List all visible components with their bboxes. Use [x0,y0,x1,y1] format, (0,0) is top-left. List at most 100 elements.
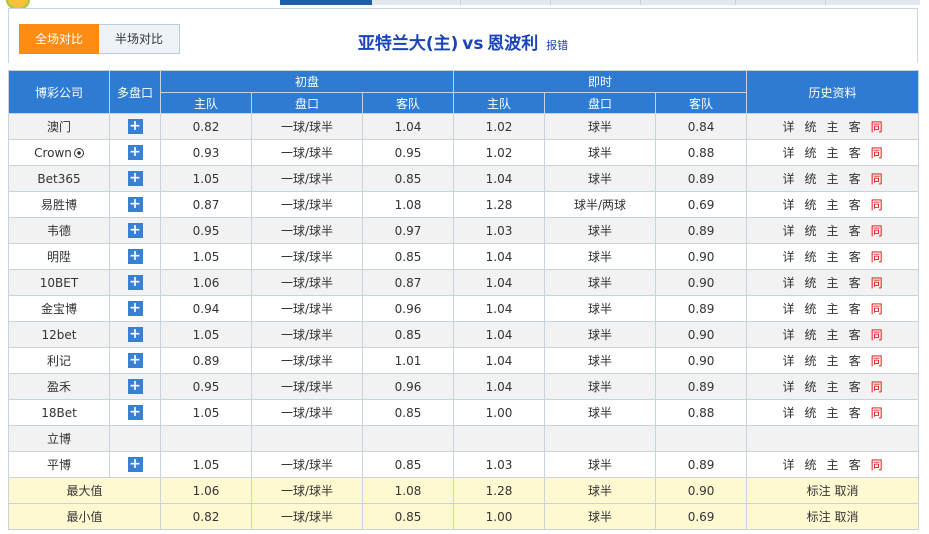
history-away-link[interactable]: 客 [849,456,861,473]
history-detail-link[interactable]: 详 [783,144,795,161]
history-same-link[interactable]: 同 [871,404,883,421]
company-label[interactable]: 金宝博 [41,302,77,316]
history-stats-link[interactable]: 统 [805,222,817,239]
company-name[interactable]: 18Bet [8,399,110,426]
company-label[interactable]: 利记 [47,354,71,368]
company-label[interactable]: Crown [34,146,72,160]
plus-icon[interactable]: + [127,327,143,342]
company-name[interactable]: 10BET [8,269,110,296]
company-label[interactable]: 韦德 [47,224,71,238]
history-same-link[interactable]: 同 [871,118,883,135]
company-label[interactable]: 立博 [47,432,71,446]
history-home-link[interactable]: 主 [827,352,839,369]
company-name[interactable]: 平博 [8,451,110,478]
plus-icon[interactable]: + [127,301,143,316]
history-home-link[interactable]: 主 [827,274,839,291]
company-name[interactable]: 金宝博 [8,295,110,322]
history-stats-link[interactable]: 统 [805,378,817,395]
company-name[interactable]: 韦德 [8,217,110,244]
history-stats-link[interactable]: 统 [805,456,817,473]
history-detail-link[interactable]: 详 [783,378,795,395]
company-name[interactable]: 明陞 [8,243,110,270]
history-stats-link[interactable]: 统 [805,118,817,135]
history-same-link[interactable]: 同 [871,222,883,239]
history-same-link[interactable]: 同 [871,196,883,213]
history-same-link[interactable]: 同 [871,274,883,291]
history-detail-link[interactable]: 详 [783,326,795,343]
history-away-link[interactable]: 客 [849,274,861,291]
history-stats-link[interactable]: 统 [805,196,817,213]
company-label[interactable]: 明陞 [47,250,71,264]
company-label[interactable]: 澳门 [47,120,71,134]
history-home-link[interactable]: 主 [827,118,839,135]
plus-icon[interactable]: + [127,223,143,238]
history-detail-link[interactable]: 详 [783,118,795,135]
history-home-link[interactable]: 主 [827,222,839,239]
history-stats-link[interactable]: 统 [805,170,817,187]
history-away-link[interactable]: 客 [849,248,861,265]
history-detail-link[interactable]: 详 [783,352,795,369]
company-name[interactable]: Crown [8,139,110,166]
plus-icon[interactable]: + [127,145,143,160]
company-name[interactable]: 12bet [8,321,110,348]
company-label[interactable]: 10BET [40,276,78,290]
history-away-link[interactable]: 客 [849,300,861,317]
history-detail-link[interactable]: 详 [783,196,795,213]
plus-icon[interactable]: + [127,197,143,212]
plus-icon[interactable]: + [127,353,143,368]
history-home-link[interactable]: 主 [827,196,839,213]
history-same-link[interactable]: 同 [871,378,883,395]
company-label[interactable]: 12bet [42,328,77,342]
company-label[interactable]: 18Bet [41,406,77,420]
plus-icon[interactable]: + [127,405,143,420]
history-away-link[interactable]: 客 [849,404,861,421]
history-detail-link[interactable]: 详 [783,404,795,421]
history-home-link[interactable]: 主 [827,144,839,161]
history-detail-link[interactable]: 详 [783,170,795,187]
history-away-link[interactable]: 客 [849,326,861,343]
company-name[interactable]: 立博 [8,425,110,452]
company-label[interactable]: 易胜博 [41,198,77,212]
history-home-link[interactable]: 主 [827,404,839,421]
plus-icon[interactable]: + [127,249,143,264]
history-detail-link[interactable]: 详 [783,248,795,265]
company-name[interactable]: 澳门 [8,113,110,140]
history-detail-link[interactable]: 详 [783,274,795,291]
history-same-link[interactable]: 同 [871,456,883,473]
history-stats-link[interactable]: 统 [805,404,817,421]
history-home-link[interactable]: 主 [827,326,839,343]
history-away-link[interactable]: 客 [849,118,861,135]
history-away-link[interactable]: 客 [849,196,861,213]
report-error-link[interactable]: 报错 [546,39,568,52]
history-home-link[interactable]: 主 [827,248,839,265]
history-stats-link[interactable]: 统 [805,144,817,161]
cancel-button[interactable]: 取消 [834,484,858,498]
history-away-link[interactable]: 客 [849,222,861,239]
top-tab-active[interactable] [280,0,372,5]
home-team[interactable]: 亚特兰大(主) [358,34,459,54]
history-home-link[interactable]: 主 [827,456,839,473]
company-name[interactable]: 利记 [8,347,110,374]
plus-icon[interactable]: + [127,171,143,186]
away-team[interactable]: 恩波利 [487,34,538,54]
history-detail-link[interactable]: 详 [783,300,795,317]
history-same-link[interactable]: 同 [871,352,883,369]
history-same-link[interactable]: 同 [871,144,883,161]
plus-icon[interactable]: + [127,379,143,394]
mark-button[interactable]: 标注 [807,510,831,524]
history-away-link[interactable]: 客 [849,144,861,161]
history-stats-link[interactable]: 统 [805,248,817,265]
cancel-button[interactable]: 取消 [834,510,858,524]
history-stats-link[interactable]: 统 [805,274,817,291]
history-home-link[interactable]: 主 [827,378,839,395]
history-same-link[interactable]: 同 [871,170,883,187]
history-same-link[interactable]: 同 [871,300,883,317]
company-name[interactable]: 盈禾 [8,373,110,400]
history-away-link[interactable]: 客 [849,352,861,369]
history-detail-link[interactable]: 详 [783,456,795,473]
history-same-link[interactable]: 同 [871,248,883,265]
plus-icon[interactable]: + [127,457,143,472]
company-name[interactable]: 易胜博 [8,191,110,218]
company-label[interactable]: Bet365 [37,172,80,186]
history-same-link[interactable]: 同 [871,326,883,343]
